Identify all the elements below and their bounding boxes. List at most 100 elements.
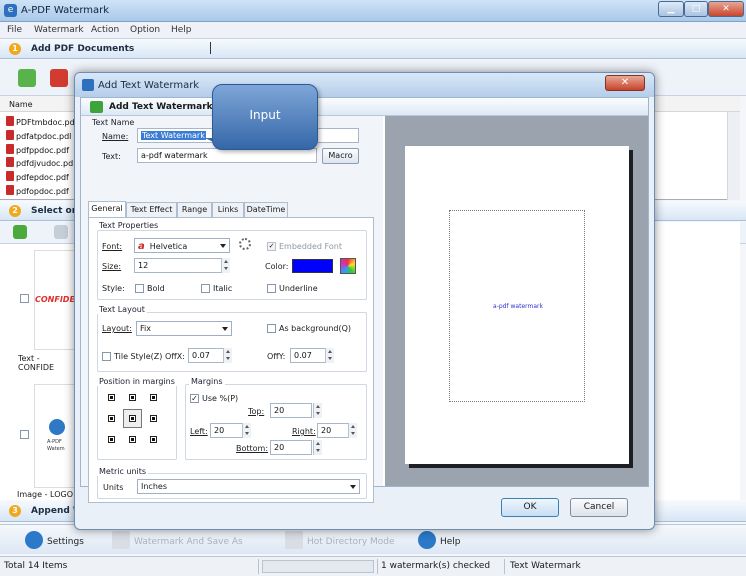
italic-checkbox[interactable] xyxy=(201,284,210,293)
status-bar: Total 14 Items 1 watermark(s) checked Te… xyxy=(0,556,746,576)
use-percent-checkbox[interactable]: ✓ xyxy=(190,394,199,403)
close-button[interactable]: ✕ xyxy=(708,1,744,17)
status-separator xyxy=(504,559,505,574)
folder-icon xyxy=(285,531,303,549)
use-percent-label: Use %(P) xyxy=(202,394,239,403)
menu-file[interactable]: File xyxy=(7,25,22,35)
position-center-selected[interactable] xyxy=(123,409,142,428)
file-list-scrollbar[interactable] xyxy=(727,112,740,200)
column-name[interactable]: Name xyxy=(9,100,33,109)
thumbnail-preview[interactable]: CONFIDE xyxy=(34,250,76,350)
list-item[interactable]: pdfopdoc.pdf xyxy=(6,185,69,198)
watermark-thumbnails: CONFIDE Text - CONFIDE A-PDF Watem Image… xyxy=(0,244,76,502)
thumbnail-label: Text - CONFIDE xyxy=(18,354,55,372)
embedded-font-checkbox[interactable]: ✓ xyxy=(267,242,276,251)
macro-button[interactable]: Macro xyxy=(322,148,359,164)
add-watermark-icon xyxy=(90,101,103,113)
units-dropdown[interactable]: Inches xyxy=(137,479,360,494)
font-dropdown[interactable]: a Helvetica xyxy=(134,238,230,253)
add-file-icon[interactable] xyxy=(18,69,36,87)
offx-spinner[interactable] xyxy=(223,348,232,363)
hot-directory-button[interactable]: Hot Directory Mode xyxy=(285,531,395,549)
position-center-dot xyxy=(129,415,136,422)
list-item[interactable]: pdfepdoc.pdf xyxy=(6,171,69,184)
watermark-save-button[interactable]: Watermark And Save As xyxy=(112,531,243,549)
ok-button[interactable]: OK xyxy=(501,498,559,517)
as-background-label: As background(Q) xyxy=(279,324,352,333)
logo-icon xyxy=(49,419,65,435)
cancel-button[interactable]: Cancel xyxy=(570,498,628,517)
list-item[interactable]: pdfatpdoc.pdl xyxy=(6,130,71,143)
bottom-spinner[interactable] xyxy=(313,440,322,455)
pdf-icon xyxy=(6,185,14,195)
loading-icon xyxy=(239,238,251,250)
left-spinner[interactable] xyxy=(242,423,251,438)
left-label: Left: xyxy=(190,427,208,436)
thumbnail-label: Image - LOGO xyxy=(17,490,73,499)
thumbnail-checkbox[interactable] xyxy=(20,430,29,439)
maximize-button[interactable]: □ xyxy=(684,1,708,17)
underline-label: Underline xyxy=(279,284,318,293)
thumbnail-checkbox[interactable] xyxy=(20,294,29,303)
pdf-icon xyxy=(6,116,14,126)
list-item[interactable]: pdfppdoc.pdf xyxy=(6,144,69,157)
italic-label: Italic xyxy=(213,284,233,293)
position-top-right[interactable] xyxy=(150,394,157,401)
top-spinner[interactable] xyxy=(313,403,322,418)
help-button[interactable]: Help xyxy=(418,531,461,549)
position-middle-left[interactable] xyxy=(108,415,115,422)
minimize-button[interactable]: ▁ xyxy=(658,1,684,17)
position-bottom-right[interactable] xyxy=(150,436,157,443)
size-input[interactable]: 12 xyxy=(134,258,230,273)
color-swatch[interactable] xyxy=(292,259,333,273)
layout-label: Layout: xyxy=(102,324,132,333)
position-bottom-left[interactable] xyxy=(108,436,115,443)
menu-watermark[interactable]: Watermark xyxy=(34,25,84,35)
pdf-icon xyxy=(6,171,14,181)
top-input[interactable]: 20 xyxy=(270,403,312,418)
tile-style-checkbox[interactable] xyxy=(102,352,111,361)
menu-bar: File Watermark Action Option Help xyxy=(0,22,746,39)
status-separator xyxy=(258,559,259,574)
tab-datetime[interactable]: DateTime xyxy=(244,202,288,217)
offy-spinner[interactable] xyxy=(325,348,334,363)
position-top-left[interactable] xyxy=(108,394,115,401)
tab-text-effect[interactable]: Text Effect xyxy=(126,202,177,217)
tab-links[interactable]: Links xyxy=(212,202,244,217)
step-badge: 1 xyxy=(9,43,21,55)
tab-range[interactable]: Range xyxy=(177,202,212,217)
text-input[interactable]: a-pdf watermark xyxy=(137,148,317,163)
add-watermark-icon[interactable] xyxy=(13,225,27,239)
layout-dropdown[interactable]: Fix xyxy=(136,321,232,336)
bold-label: Bold xyxy=(147,284,165,293)
edit-watermark-icon[interactable] xyxy=(54,225,68,239)
list-item[interactable]: PDFtmbdoc.pd xyxy=(6,116,75,129)
menu-action[interactable]: Action xyxy=(91,25,119,35)
menu-help[interactable]: Help xyxy=(171,25,192,35)
underline-checkbox[interactable] xyxy=(267,284,276,293)
list-item[interactable]: pdfdjvudoc.pd xyxy=(6,157,73,170)
menu-option[interactable]: Option xyxy=(130,25,160,35)
dialog-close-button[interactable]: ✕ xyxy=(605,75,645,91)
chevron-down-icon xyxy=(350,485,356,489)
position-top-center[interactable] xyxy=(129,394,136,401)
settings-button[interactable]: Settings xyxy=(25,531,84,549)
position-bottom-center[interactable] xyxy=(129,436,136,443)
right-spinner[interactable] xyxy=(348,423,357,438)
tab-general[interactable]: General xyxy=(88,201,126,217)
bottom-input[interactable]: 20 xyxy=(270,440,312,455)
position-grid xyxy=(105,391,161,447)
size-spinner[interactable] xyxy=(221,258,230,273)
position-middle-right[interactable] xyxy=(150,415,157,422)
size-label: Size: xyxy=(102,262,122,271)
text-properties-label: Text Properties xyxy=(97,221,161,230)
top-label: Top: xyxy=(248,407,265,416)
color-picker-icon[interactable] xyxy=(340,258,356,274)
as-background-checkbox[interactable] xyxy=(267,324,276,333)
text-label: Text: xyxy=(102,152,121,161)
add-pdf-icon[interactable] xyxy=(50,69,68,87)
help-icon xyxy=(418,531,436,549)
bold-checkbox[interactable] xyxy=(135,284,144,293)
thumbnail-preview[interactable]: A-PDF Watem xyxy=(34,384,76,488)
chevron-down-icon xyxy=(220,244,226,248)
